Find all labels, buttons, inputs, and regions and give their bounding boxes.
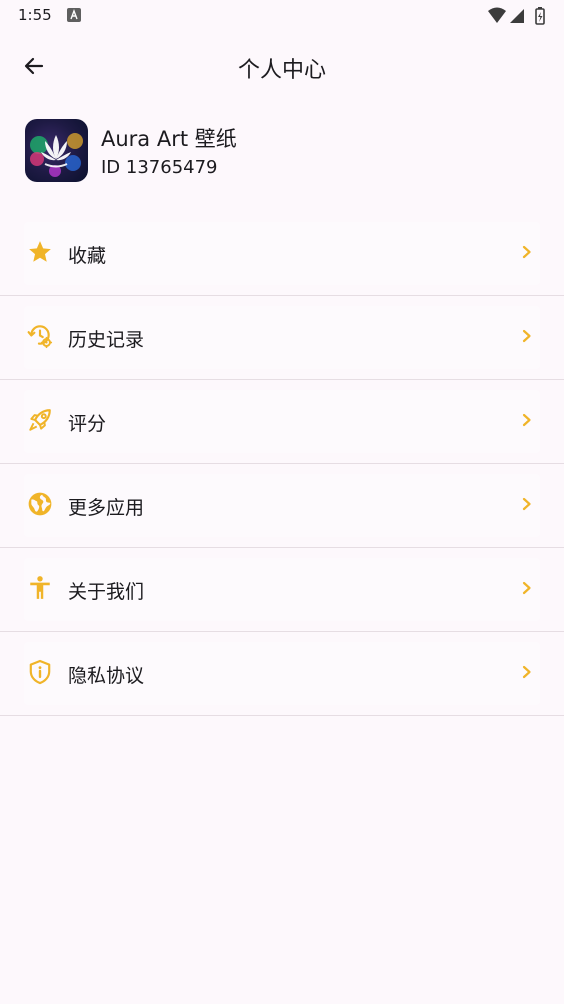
status-time: 1:55 <box>18 6 52 24</box>
chevron-right-icon <box>522 581 531 595</box>
signal-icon <box>510 9 524 23</box>
menu-item-rating[interactable]: 评分 <box>0 380 564 464</box>
menu-label: 更多应用 <box>68 497 145 519</box>
wifi-icon <box>488 7 506 23</box>
menu-label: 隐私协议 <box>68 665 145 687</box>
menu-list: 收藏 历史记录 评分 更多应用 关于我们 隐私协议 <box>0 212 564 716</box>
menu-label: 收藏 <box>68 245 107 267</box>
menu-item-privacy-policy[interactable]: 隐私协议 <box>0 632 564 716</box>
chevron-right-icon <box>522 413 531 427</box>
menu-label: 评分 <box>68 413 107 435</box>
app-bar: 个人中心 <box>0 36 564 96</box>
chevron-right-icon <box>522 245 531 259</box>
menu-label: 历史记录 <box>68 329 145 351</box>
menu-item-more-apps[interactable]: 更多应用 <box>0 464 564 548</box>
menu-item-favorites[interactable]: 收藏 <box>0 212 564 296</box>
chevron-right-icon <box>522 497 531 511</box>
history-gear-icon <box>27 325 53 349</box>
battery-charging-icon <box>535 7 545 25</box>
globe-icon <box>28 492 52 516</box>
chevron-right-icon <box>522 665 531 679</box>
menu-item-history[interactable]: 历史记录 <box>0 296 564 380</box>
status-icons <box>488 7 545 25</box>
rocket-icon <box>29 409 51 431</box>
chevron-right-icon <box>522 329 531 343</box>
profile-name: Aura Art 壁纸 <box>101 127 237 151</box>
page-title: 个人中心 <box>237 58 326 83</box>
app-logo-avatar <box>25 119 88 182</box>
a-notification-icon <box>67 8 81 22</box>
menu-item-about-us[interactable]: 关于我们 <box>0 548 564 632</box>
status-bar: 1:55 <box>0 0 564 32</box>
accessibility-person-icon <box>30 576 50 599</box>
profile-header: Aura Art 壁纸 ID 13765479 <box>25 119 525 185</box>
profile-id: ID 13765479 <box>101 157 218 178</box>
star-icon <box>29 241 51 262</box>
menu-label: 关于我们 <box>68 581 145 603</box>
shield-info-icon <box>29 659 51 685</box>
